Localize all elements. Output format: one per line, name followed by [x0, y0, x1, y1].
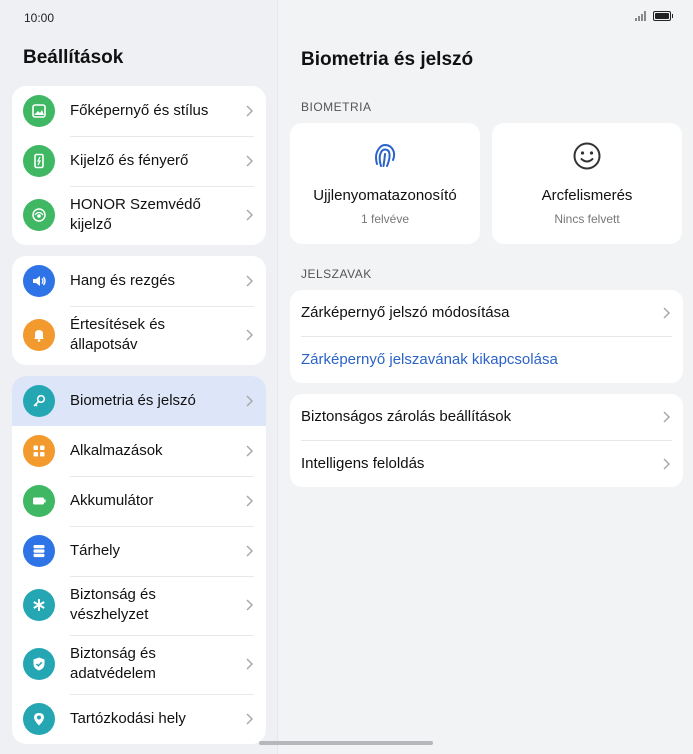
- chevron-right-icon: [246, 209, 254, 221]
- image-icon: [23, 95, 55, 127]
- status-time: 10:00: [24, 11, 55, 25]
- settings-title: Beállítások: [23, 47, 124, 68]
- smart-unlock[interactable]: Intelligens feloldás: [290, 441, 683, 487]
- signal-icon: [635, 11, 647, 21]
- settings-group-sound: Hang és rezgés Értesítések és állapotsáv: [12, 256, 266, 365]
- nav-label: Biztonság és adatvédelem: [70, 645, 156, 682]
- nav-label: Főképernyő és stílus: [70, 102, 209, 119]
- chevron-right-icon: [246, 658, 254, 670]
- list-label: Biztonságos zárolás beállítások: [301, 408, 512, 425]
- nav-label: Biztonság és vészhelyzet: [70, 586, 156, 623]
- nav-label: Biometria és jelszó: [70, 392, 196, 409]
- nav-label: Alkalmazások: [70, 442, 163, 459]
- home-indicator[interactable]: [259, 741, 433, 745]
- nav-label: Tárhely: [70, 542, 121, 559]
- battery-status-icon: [653, 11, 673, 21]
- nav-label: HONOR Szemvédő kijelző: [70, 196, 201, 233]
- page-title: Biometria és jelszó: [301, 49, 474, 70]
- chevron-right-icon: [246, 495, 254, 507]
- left-panel: 10:00 Beállítások Főképernyő és stílus K…: [0, 0, 277, 754]
- nav-item-home-screen-style[interactable]: Főképernyő és stílus: [12, 86, 266, 136]
- fingerprint-title: Ujjlenyomatazonosító: [313, 187, 457, 204]
- list-label: Zárképernyő jelszavának kikapcsolása: [301, 351, 558, 368]
- secure-lock-settings[interactable]: Biztonságos zárolás beállítások: [290, 394, 683, 440]
- fingerprint-card[interactable]: Ujjlenyomatazonosító 1 felvéve: [290, 123, 480, 244]
- chevron-right-icon: [246, 105, 254, 117]
- chevron-right-icon: [246, 445, 254, 457]
- section-label-passwords: JELSZAVAK: [301, 267, 372, 281]
- storage-icon: [23, 535, 55, 567]
- chevron-right-icon: [246, 155, 254, 167]
- nav-item-security-privacy[interactable]: Biztonság és adatvédelem: [12, 635, 266, 694]
- nav-item-apps[interactable]: Alkalmazások: [12, 426, 266, 476]
- nav-item-location[interactable]: Tartózkodási hely: [12, 694, 266, 744]
- nav-label: Értesítések és állapotsáv: [70, 316, 166, 353]
- chevron-right-icon: [663, 307, 671, 319]
- nav-item-eye-comfort[interactable]: HONOR Szemvédő kijelző: [12, 186, 266, 245]
- change-lockscreen-password[interactable]: Zárképernyő jelszó módosítása: [290, 290, 683, 336]
- nav-item-biometrics-password[interactable]: Biometria és jelszó: [12, 376, 266, 426]
- chevron-right-icon: [246, 395, 254, 407]
- nav-label: Hang és rezgés: [70, 272, 176, 289]
- password-card: Zárképernyő jelszó módosítása Zárképerny…: [290, 290, 683, 383]
- battery-icon: [23, 485, 55, 517]
- chevron-right-icon: [246, 545, 254, 557]
- nav-item-display-brightness[interactable]: Kijelző és fényerő: [12, 136, 266, 186]
- asterisk-icon: [23, 589, 55, 621]
- nav-item-battery[interactable]: Akkumulátor: [12, 476, 266, 526]
- face-title: Arcfelismerés: [541, 187, 633, 204]
- face-recognition-card[interactable]: Arcfelismerés Nincs felvett: [492, 123, 682, 244]
- chevron-right-icon: [246, 275, 254, 287]
- nav-item-sound-vibration[interactable]: Hang és rezgés: [12, 256, 266, 306]
- chevron-right-icon: [246, 713, 254, 725]
- nav-label: Akkumulátor: [70, 492, 154, 509]
- apps-icon: [23, 435, 55, 467]
- chevron-right-icon: [246, 599, 254, 611]
- shield-icon: [23, 648, 55, 680]
- list-label: Zárképernyő jelszó módosítása: [301, 304, 510, 321]
- chevron-right-icon: [663, 411, 671, 423]
- nav-item-storage[interactable]: Tárhely: [12, 526, 266, 576]
- face-icon: [573, 142, 601, 170]
- location-icon: [23, 703, 55, 735]
- nav-item-safety-emergency[interactable]: Biztonság és vészhelyzet: [12, 576, 266, 635]
- section-label-biometrics: BIOMETRIA: [301, 100, 372, 114]
- eye-comfort-icon: [23, 199, 55, 231]
- fingerprint-subtitle: 1 felvéve: [360, 212, 410, 226]
- bell-icon: [23, 319, 55, 351]
- lock-settings-card: Biztonságos zárolás beállítások Intellig…: [290, 394, 683, 487]
- disable-lockscreen-password[interactable]: Zárképernyő jelszavának kikapcsolása: [290, 337, 683, 383]
- chevron-right-icon: [663, 458, 671, 470]
- right-panel: Biometria és jelszó BIOMETRIA Ujjlenyoma…: [277, 0, 693, 754]
- nav-item-notifications[interactable]: Értesítések és állapotsáv: [12, 306, 266, 365]
- display-icon: [23, 145, 55, 177]
- fingerprint-icon: [375, 143, 396, 167]
- speaker-icon: [23, 265, 55, 297]
- chevron-right-icon: [246, 329, 254, 341]
- list-label: Intelligens feloldás: [301, 455, 425, 472]
- settings-group-system: Biometria és jelszó Alkalmazások Akkumul…: [12, 376, 266, 744]
- nav-label: Tartózkodási hely: [70, 710, 186, 727]
- nav-label: Kijelző és fényerő: [70, 152, 189, 169]
- face-subtitle: Nincs felvett: [554, 212, 620, 226]
- status-icons: [635, 11, 673, 21]
- settings-group-display: Főképernyő és stílus Kijelző és fényerő …: [12, 86, 266, 245]
- key-icon: [23, 385, 55, 417]
